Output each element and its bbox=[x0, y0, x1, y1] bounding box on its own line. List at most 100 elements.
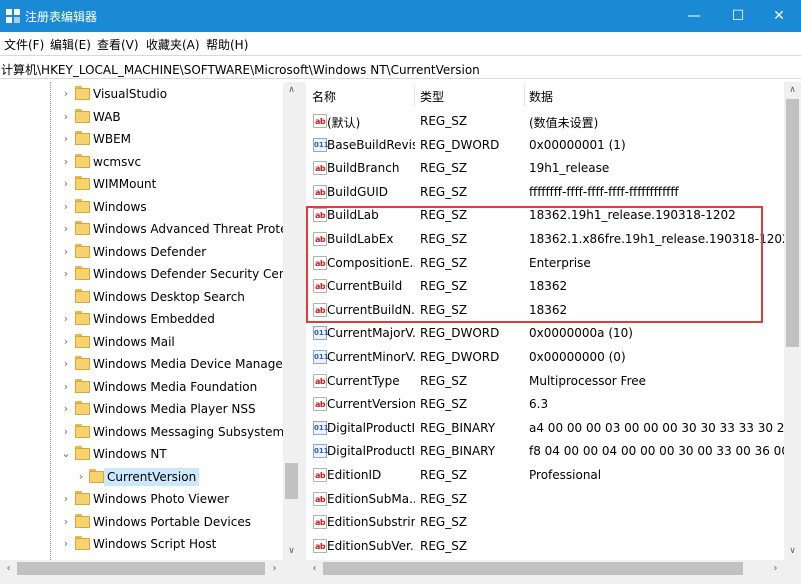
tree-item-label: Windows Media Device Manager bbox=[93, 357, 288, 371]
value-name: (默认) bbox=[327, 116, 361, 130]
value-row[interactable]: ab EditionSubMa... REG_SZ bbox=[306, 487, 784, 511]
scroll-right-icon[interactable]: › bbox=[767, 560, 784, 577]
value-row[interactable]: 011DigitalProductI... REG_BINARY f8 04 00 … bbox=[306, 439, 784, 463]
chevron-right-icon[interactable]: › bbox=[61, 313, 71, 325]
tree-item-currentversion[interactable]: › CurrentVersion bbox=[0, 466, 285, 488]
tree-item-windows-advanced-threat-protection[interactable]: › Windows Advanced Threat Protection bbox=[0, 218, 300, 240]
menu-favorites[interactable]: 收藏夹(A) bbox=[146, 36, 200, 53]
list-vertical-scrollbar[interactable]: ∧ ∨ bbox=[784, 82, 801, 560]
value-type: REG_SZ bbox=[420, 302, 468, 317]
value-type: REG_SZ bbox=[420, 279, 468, 294]
list-horizontal-scrollbar[interactable]: ‹ › bbox=[306, 560, 801, 577]
tree-scroll-thumb[interactable] bbox=[285, 463, 298, 499]
tree-item-windows-messaging-subsystem[interactable]: › Windows Messaging Subsystem bbox=[0, 421, 285, 443]
tree-item-wcmsvc[interactable]: › wcmsvc bbox=[0, 151, 285, 173]
tree-item-windows-defender[interactable]: › Windows Defender bbox=[0, 241, 285, 263]
tree-item-windows-embedded[interactable]: › Windows Embedded bbox=[0, 308, 285, 330]
value-row[interactable]: ab CurrentBuildN... REG_SZ 18362 bbox=[306, 298, 784, 322]
chevron-down-icon[interactable]: ⌄ bbox=[61, 448, 71, 460]
tree-item-visualstudio[interactable]: › VisualStudio bbox=[0, 83, 285, 105]
chevron-right-icon[interactable]: › bbox=[61, 515, 71, 528]
column-header-data[interactable]: 数据 bbox=[529, 88, 553, 105]
list-hscroll-thumb[interactable] bbox=[323, 562, 743, 575]
tree-item-windows-script-host[interactable]: › Windows Script Host bbox=[0, 533, 285, 555]
list-scroll-thumb[interactable] bbox=[786, 99, 799, 347]
chevron-right-icon[interactable]: › bbox=[61, 155, 71, 168]
status-bar bbox=[0, 577, 801, 584]
menu-view[interactable]: 查看(V) bbox=[97, 36, 139, 53]
scroll-down-icon[interactable]: ∨ bbox=[283, 543, 300, 560]
chevron-right-icon[interactable] bbox=[61, 291, 71, 303]
menu-help[interactable]: 帮助(H) bbox=[206, 36, 248, 53]
chevron-right-icon[interactable]: › bbox=[61, 268, 71, 280]
close-button[interactable]: ✕ bbox=[757, 0, 801, 32]
value-data: (数值未设置) bbox=[529, 116, 599, 130]
chevron-right-icon[interactable]: › bbox=[61, 200, 71, 213]
folder-icon bbox=[75, 266, 90, 280]
chevron-right-icon[interactable]: › bbox=[61, 133, 71, 145]
tree-item-label: Windows Photo Viewer bbox=[93, 492, 230, 506]
scroll-right-icon[interactable]: › bbox=[266, 560, 283, 577]
value-row[interactable]: abEditionSubstring REG_SZ bbox=[306, 510, 784, 534]
tree-vertical-scrollbar[interactable]: ∧ ∨ bbox=[283, 82, 300, 560]
value-row[interactable]: ab EditionSubVer... REG_SZ bbox=[306, 534, 784, 558]
chevron-right-icon[interactable]: › bbox=[61, 403, 71, 415]
column-header-name[interactable]: 名称 bbox=[312, 88, 336, 105]
tree-item-wbem[interactable]: › WBEM bbox=[0, 128, 285, 150]
value-row[interactable]: ab BuildGUID REG_SZ ffffffff-ffff-ffff-ffff… bbox=[306, 180, 784, 204]
chevron-right-icon[interactable]: › bbox=[61, 425, 71, 438]
tree-item-windows-media-foundation[interactable]: › Windows Media Foundation bbox=[0, 376, 285, 398]
minimize-button[interactable]: — bbox=[672, 0, 716, 32]
menu-file[interactable]: 文件(F) bbox=[4, 36, 44, 53]
tree-item-windows-nt[interactable]: ⌄ Windows NT bbox=[0, 443, 285, 465]
tree-item-windows-mail[interactable]: › Windows Mail bbox=[0, 331, 285, 353]
tree-item-windows-photo-viewer[interactable]: › Windows Photo Viewer bbox=[0, 488, 285, 510]
value-row[interactable]: 011 CurrentMinorV... REG_DWORD 0x00000000 (… bbox=[306, 345, 784, 369]
chevron-right-icon[interactable]: › bbox=[61, 538, 71, 550]
chevron-right-icon[interactable]: › bbox=[61, 223, 71, 235]
scroll-left-icon[interactable]: ‹ bbox=[0, 560, 17, 577]
tree-item-windows-defender-security-center[interactable]: › Windows Defender Security Center bbox=[0, 263, 300, 285]
tree-item-windows-portable-devices[interactable]: › Windows Portable Devices bbox=[0, 511, 285, 533]
chevron-right-icon[interactable]: › bbox=[61, 88, 71, 100]
value-row[interactable]: ab CurrentVersion REG_SZ 6.3 bbox=[306, 392, 784, 416]
value-row[interactable]: 011BaseBuildRevis... REG_DWORD 0x00000001 … bbox=[306, 133, 784, 157]
tree-item-wab[interactable]: › WAB bbox=[0, 106, 285, 128]
chevron-right-icon[interactable]: › bbox=[61, 335, 71, 348]
tree-item-windows-media-device-manager[interactable]: › Windows Media Device Manager bbox=[0, 353, 288, 375]
chevron-right-icon[interactable]: › bbox=[61, 380, 71, 393]
scroll-up-icon[interactable]: ∧ bbox=[283, 82, 300, 99]
maximize-button[interactable]: ☐ bbox=[716, 0, 760, 32]
tree-item-windows-desktop-search[interactable]: Windows Desktop Search bbox=[0, 286, 285, 308]
menu-edit[interactable]: 编辑(E) bbox=[50, 36, 91, 53]
chevron-right-icon[interactable]: › bbox=[61, 245, 71, 258]
value-row[interactable]: ab CurrentType REG_SZ Multiprocessor Free bbox=[306, 369, 784, 393]
chevron-right-icon[interactable]: › bbox=[61, 178, 71, 190]
chevron-right-icon[interactable]: › bbox=[76, 470, 86, 483]
value-row[interactable]: ab BuildLabEx REG_SZ 18362.1.x86fre.19h1_re… bbox=[306, 227, 784, 251]
tree-item-wimmount[interactable]: › WIMMount bbox=[0, 173, 285, 195]
column-header-type[interactable]: 类型 bbox=[420, 88, 444, 105]
scroll-left-icon[interactable]: ‹ bbox=[306, 560, 323, 577]
value-row[interactable]: ab CurrentBuild REG_SZ 18362 bbox=[306, 274, 784, 298]
value-row[interactable]: ab BuildBranch REG_SZ 19h1_release bbox=[306, 156, 784, 180]
tree-hscroll-thumb[interactable] bbox=[17, 562, 265, 575]
value-row[interactable]: ab EditionID REG_SZ Professional bbox=[306, 463, 784, 487]
chevron-right-icon[interactable]: › bbox=[61, 358, 71, 370]
folder-icon bbox=[75, 221, 90, 235]
scroll-up-icon[interactable]: ∧ bbox=[784, 82, 801, 99]
chevron-right-icon[interactable]: › bbox=[61, 493, 71, 505]
scroll-down-icon[interactable]: ∨ bbox=[784, 543, 801, 560]
address-bar[interactable]: 计算机\HKEY_LOCAL_MACHINE\SOFTWARE\Microsof… bbox=[0, 55, 801, 79]
value-type: REG_DWORD bbox=[420, 326, 500, 341]
value-row[interactable]: 011 CurrentMajorV... REG_DWORD 0x0000000a (… bbox=[306, 321, 784, 345]
value-row[interactable]: ab BuildLab REG_SZ 18362.19h1_release.19031… bbox=[306, 203, 784, 227]
tree-item-windows[interactable]: › Windows bbox=[0, 196, 285, 218]
value-row[interactable]: 011 DigitalProductId REG_BINARY a4 00 00 00… bbox=[306, 416, 784, 440]
tree-item-windows-media-player-nss[interactable]: › Windows Media Player NSS bbox=[0, 398, 285, 420]
value-row[interactable]: ab (默认) REG_SZ (数值未设置) bbox=[306, 109, 784, 133]
chevron-right-icon[interactable]: › bbox=[61, 110, 71, 123]
string-value-icon: ab bbox=[313, 161, 327, 176]
value-row[interactable]: ab CompositionE... REG_SZ Enterprise bbox=[306, 251, 784, 275]
tree-horizontal-scrollbar[interactable]: ‹ › bbox=[0, 560, 300, 577]
